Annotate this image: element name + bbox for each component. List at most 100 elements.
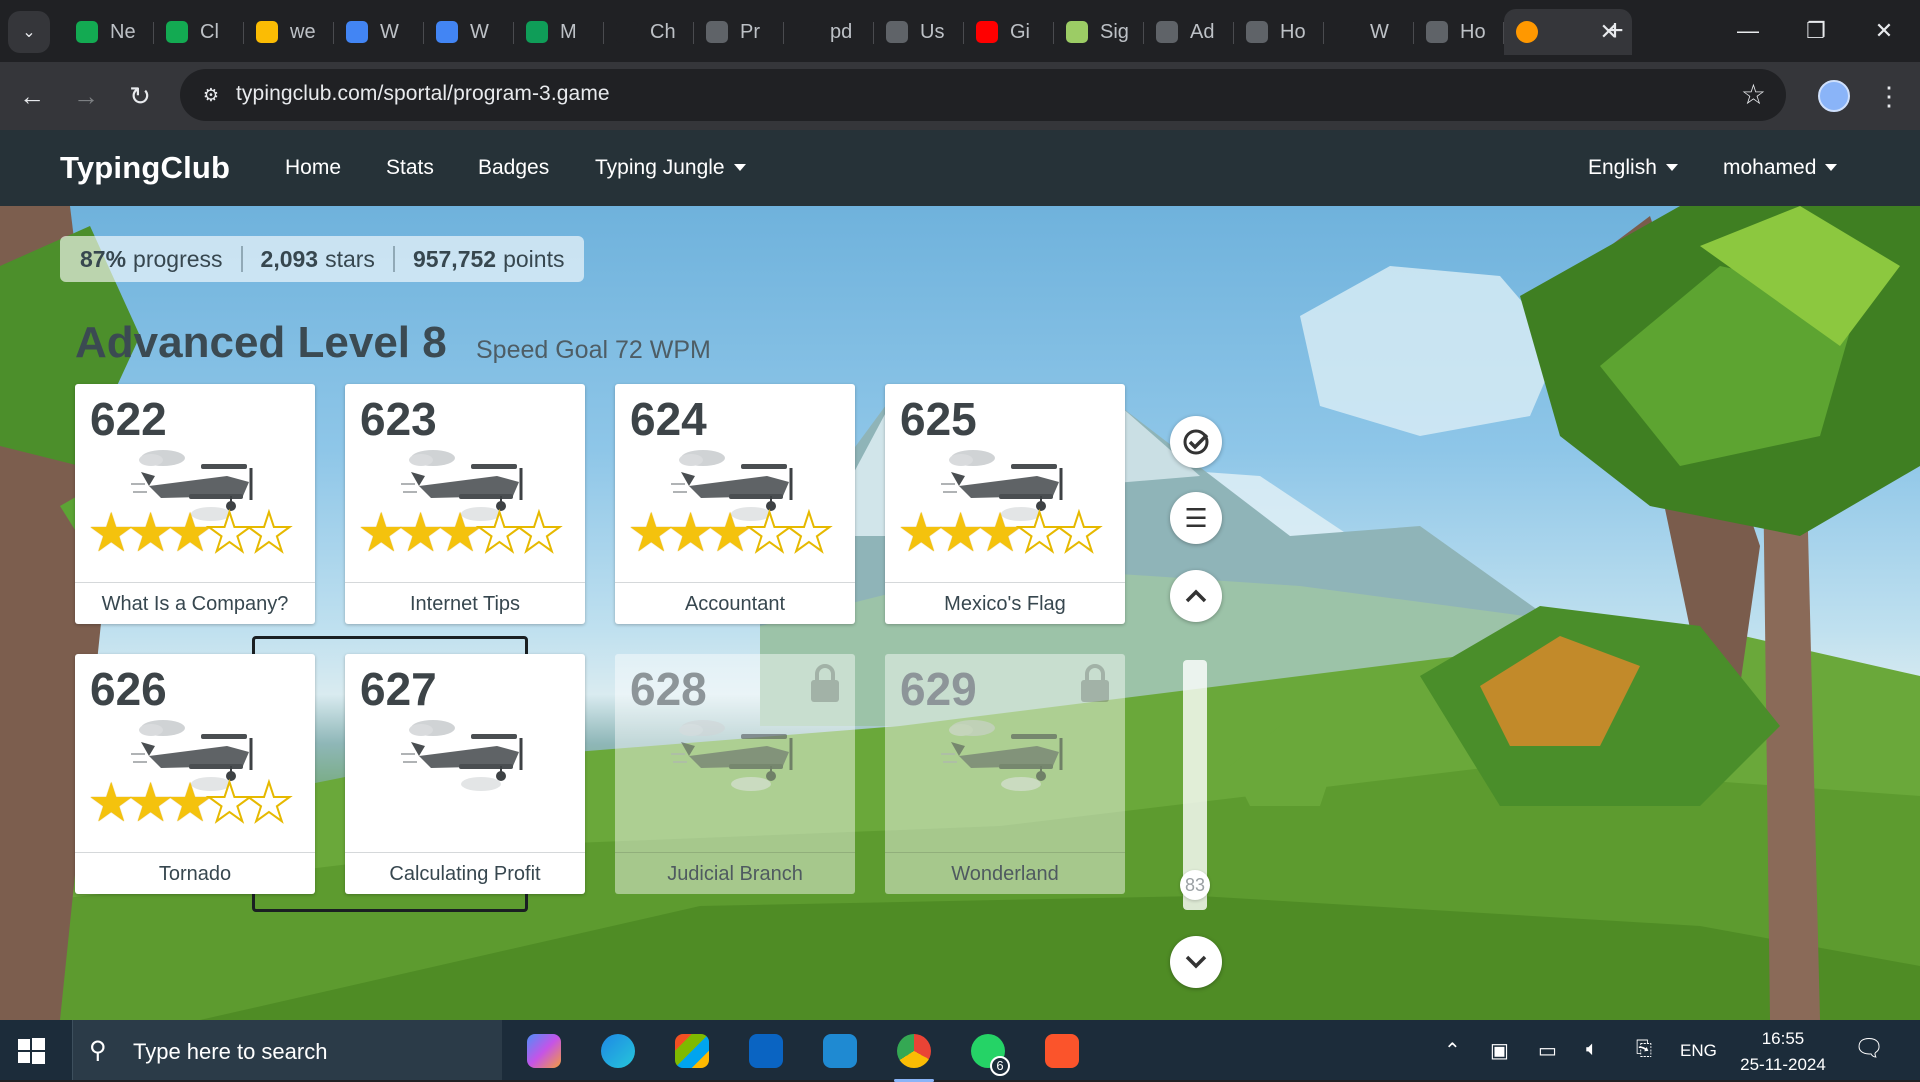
tray-overflow-icon[interactable]: ⌃	[1444, 1038, 1461, 1063]
windows-start-icon[interactable]	[14, 1034, 48, 1068]
browser-tab-title: W	[1370, 20, 1389, 43]
restore-button[interactable]: ❐	[1782, 0, 1850, 62]
clock-time: 16:55	[1761, 1029, 1805, 1048]
completed-filter-button[interactable]	[1170, 416, 1222, 468]
typingclub-icon	[1516, 21, 1538, 43]
input-language[interactable]: ENG	[1680, 1041, 1717, 1061]
lesson-number: 626	[90, 663, 167, 715]
browser-toolbar: ← → ↻ ⚙ typingclub.com/sportal/program-3…	[0, 62, 1920, 130]
reload-button[interactable]: ↻	[120, 76, 160, 116]
lesson-card[interactable]: 622 ★ ★ ★ ★ ★ What Is a Company?	[75, 384, 315, 624]
taskbar-search[interactable]: ⚲ Type here to search	[72, 1020, 502, 1080]
google-sheets-icon	[526, 21, 548, 43]
scroll-down-button[interactable]	[1170, 936, 1222, 988]
whatsapp-taskbar-button[interactable]: 6	[962, 1028, 1014, 1076]
network-icon[interactable]: ⎘	[1636, 1038, 1652, 1061]
site-settings-icon[interactable]: ⚙	[198, 82, 224, 108]
browser-tab[interactable]: Ne	[64, 9, 154, 55]
vscode-taskbar-button[interactable]	[814, 1028, 866, 1074]
lesson-card-locked[interactable]: 629 Wonderland	[885, 654, 1125, 894]
site-logo[interactable]: TypingClub	[60, 150, 230, 186]
store-taskbar-button[interactable]	[666, 1028, 718, 1074]
browser-tab[interactable]: Ad	[1144, 9, 1234, 55]
browser-tab-title: Ad	[1190, 20, 1215, 43]
meet-now-icon[interactable]: ▣	[1490, 1038, 1509, 1063]
browser-tab[interactable]: W	[1324, 9, 1414, 55]
caret-down-icon	[1825, 164, 1838, 171]
browser-tab-title: Pr	[740, 20, 760, 43]
progress-summary: 87% progress 2,093 stars 957,752 points	[60, 236, 585, 282]
browser-tab[interactable]: pd	[784, 9, 874, 55]
browser-tab[interactable]: Ho	[1414, 9, 1504, 55]
browser-menu-icon[interactable]: ⋮	[1876, 76, 1902, 116]
taskbar-search-placeholder: Type here to search	[133, 1039, 328, 1064]
lesson-card[interactable]: 623 ★ ★ ★ ★ ★ Internet Tips	[345, 384, 585, 624]
new-tab-button[interactable]: +	[1598, 14, 1632, 48]
points-count: 957,752	[412, 245, 497, 272]
reload-icon: ↻	[129, 80, 151, 111]
battery-icon[interactable]: ▭	[1538, 1038, 1557, 1063]
nav-stats[interactable]: Stats	[386, 156, 434, 180]
lesson-card[interactable]: 624 ★ ★ ★ ★ ★ Accountant	[615, 384, 855, 624]
lock-icon	[811, 664, 839, 702]
lesson-number: 623	[360, 393, 437, 445]
lesson-card[interactable]: 625 ★ ★ ★ ★ ★ Mexico's Flag	[885, 384, 1125, 624]
airplane-icon	[941, 716, 1071, 797]
close-window-button[interactable]: ✕	[1850, 0, 1918, 62]
forward-button[interactable]: →	[66, 76, 106, 116]
notification-icon[interactable]: 🗨︎	[1854, 1034, 1886, 1066]
windows-taskbar: ⚲ Type here to search 6 ⌃ ▣ ▭ 🔈︎ ⎘ ENG 1…	[0, 1020, 1920, 1082]
openai-icon	[616, 21, 638, 43]
volume-icon[interactable]: 🔈︎	[1586, 1038, 1598, 1061]
language-dropdown[interactable]: English	[1588, 156, 1678, 180]
system-clock[interactable]: 16:55 25-11-2024	[1732, 1026, 1834, 1078]
tab-search-button[interactable]: ⌄	[8, 11, 50, 53]
copilot-taskbar-button[interactable]	[518, 1028, 570, 1074]
scroll-up-button[interactable]	[1170, 570, 1222, 622]
browser-tab[interactable]: Ch	[604, 9, 694, 55]
brave-taskbar-button[interactable]	[1036, 1028, 1088, 1074]
back-button[interactable]: ←	[12, 76, 52, 116]
browser-tab[interactable]: Us	[874, 9, 964, 55]
browser-tab[interactable]: W	[334, 9, 424, 55]
tab-list: Ne Cl we W W M Ch Pr pd Us Gi Sig Ad Ho W Ho ✕	[64, 9, 1632, 55]
url-text[interactable]: typingclub.com/sportal/program-3.game	[236, 82, 610, 106]
chrome-taskbar-button[interactable]	[888, 1028, 940, 1082]
browser-tab-title: Gi	[1010, 20, 1030, 43]
caret-down-icon	[733, 164, 746, 171]
user-menu[interactable]: mohamed	[1723, 156, 1838, 180]
green-leaf-icon	[166, 21, 188, 43]
browser-tab[interactable]: M	[514, 9, 604, 55]
browser-tab[interactable]: we	[244, 9, 334, 55]
browser-tab[interactable]: Ho	[1234, 9, 1324, 55]
browser-tab-title: Ne	[110, 20, 136, 43]
nav-typing-jungle[interactable]: Typing Jungle	[595, 156, 746, 180]
nav-home[interactable]: Home	[285, 156, 341, 180]
lesson-card[interactable]: 627 Calculating Profit	[345, 654, 585, 894]
lesson-scroll-thumb[interactable]: 83	[1180, 870, 1210, 900]
site-header: TypingClub Home Stats Badges Typing Jung…	[0, 130, 1920, 206]
loading-icon	[1246, 21, 1268, 43]
browser-tab[interactable]: Cl	[154, 9, 244, 55]
browser-tab[interactable]: Gi	[964, 9, 1054, 55]
browser-tab[interactable]: Sig	[1054, 9, 1144, 55]
google-docs-icon	[436, 21, 458, 43]
lesson-card[interactable]: 626 ★ ★ ★ ★ ★ Tornado	[75, 654, 315, 894]
menu-button[interactable]: ☰	[1170, 492, 1222, 544]
outlook-taskbar-button[interactable]	[740, 1028, 792, 1074]
browser-tab[interactable]: Pr	[694, 9, 784, 55]
nav-badges[interactable]: Badges	[478, 156, 549, 180]
globe-icon	[886, 21, 908, 43]
airplane-icon	[401, 716, 531, 797]
address-bar[interactable]: ⚙ typingclub.com/sportal/program-3.game …	[180, 69, 1786, 121]
github-icon	[1336, 21, 1358, 43]
minimize-button[interactable]: —	[1714, 0, 1782, 62]
profile-avatar[interactable]	[1818, 80, 1850, 112]
edge-taskbar-button[interactable]	[592, 1028, 644, 1074]
progress-percent: 87%	[80, 245, 127, 272]
stars-label: stars	[325, 245, 375, 272]
bookmark-star-icon[interactable]: ☆	[1741, 78, 1766, 111]
browser-tab[interactable]: W	[424, 9, 514, 55]
green-leaf-icon	[76, 21, 98, 43]
lesson-card-locked[interactable]: 628 Judicial Branch	[615, 654, 855, 894]
